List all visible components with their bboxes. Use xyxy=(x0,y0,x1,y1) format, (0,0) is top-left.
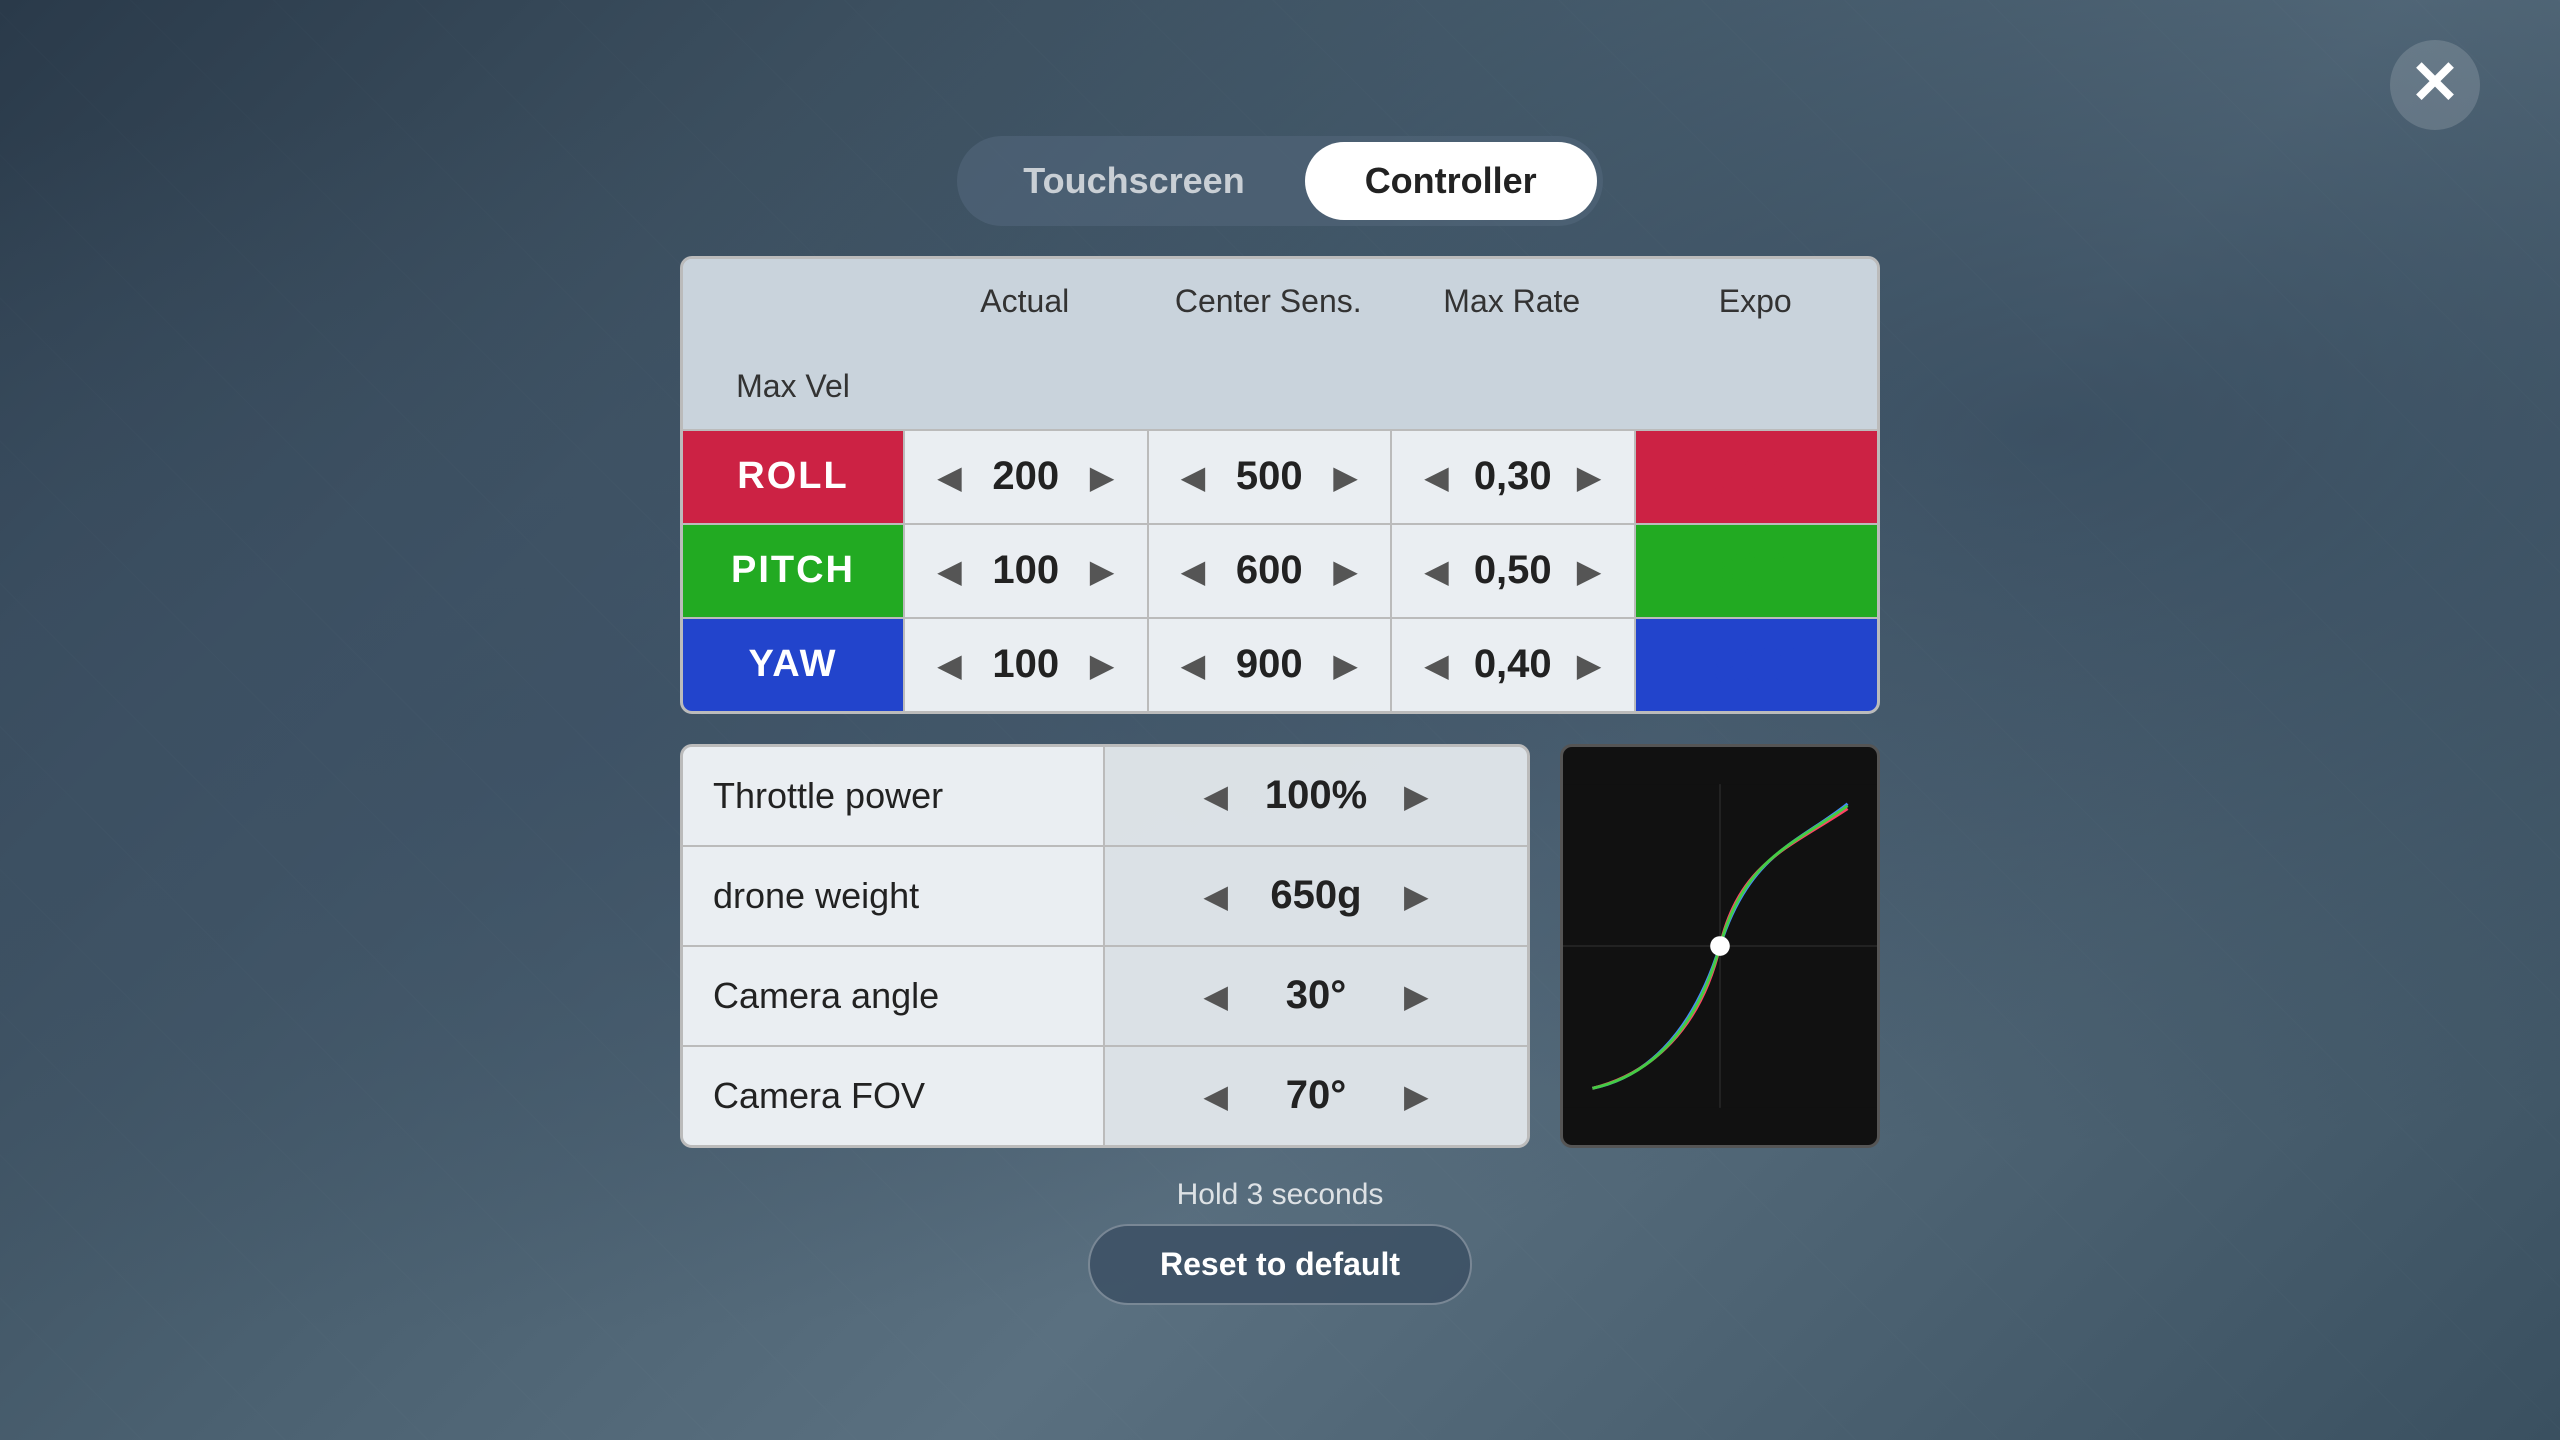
drone-weight-label: drone weight xyxy=(683,847,1105,945)
pitch-actual-value: 100 xyxy=(986,548,1066,593)
yaw-max-rate-value: 0,40 xyxy=(1473,642,1553,687)
bottom-section: Throttle power ◀ 100% ▶ drone weight ◀ 6… xyxy=(680,744,1880,1148)
camera-fov-value: 70° xyxy=(1256,1073,1376,1118)
drone-weight-dec[interactable]: ◀ xyxy=(1195,876,1236,916)
camera-fov-row: Camera FOV ◀ 70° ▶ xyxy=(683,1047,1527,1145)
pitch-center-sens-dec[interactable]: ◀ xyxy=(1173,551,1214,591)
curve-svg xyxy=(1563,747,1877,1145)
tab-controller[interactable]: Controller xyxy=(1305,142,1597,220)
yaw-max-rate-dec[interactable]: ◀ xyxy=(1416,645,1457,685)
rates-table: Actual Center Sens. Max Rate Expo Max Ve… xyxy=(680,256,1880,714)
pitch-actual-cell: ◀ 100 ▶ xyxy=(903,525,1147,617)
roll-max-rate-cell: ◀ 0,30 ▶ xyxy=(1390,431,1634,523)
throttle-control: ◀ 100% ▶ xyxy=(1105,747,1527,845)
pitch-max-rate-dec[interactable]: ◀ xyxy=(1416,551,1457,591)
roll-actual-cell: ◀ 200 ▶ xyxy=(903,431,1147,523)
header-max-vel: Max Vel xyxy=(683,344,903,429)
roll-max-rate-inc[interactable]: ▶ xyxy=(1569,457,1610,497)
throttle-inc[interactable]: ▶ xyxy=(1396,776,1437,816)
roll-label: ROLL xyxy=(683,431,903,523)
yaw-max-rate-cell: ◀ 0,40 ▶ xyxy=(1390,619,1634,711)
yaw-center-sens-dec[interactable]: ◀ xyxy=(1173,645,1214,685)
drone-weight-control: ◀ 650g ▶ xyxy=(1105,847,1527,945)
roll-max-vel-cell: 500 xyxy=(1634,431,1878,523)
camera-fov-label: Camera FOV xyxy=(683,1047,1105,1145)
yaw-actual-cell: ◀ 100 ▶ xyxy=(903,619,1147,711)
settings-panel: Throttle power ◀ 100% ▶ drone weight ◀ 6… xyxy=(680,744,1530,1148)
drone-weight-row: drone weight ◀ 650g ▶ xyxy=(683,847,1527,947)
pitch-center-sens-value: 600 xyxy=(1229,548,1309,593)
camera-angle-label: Camera angle xyxy=(683,947,1105,1045)
table-row-pitch: PITCH ◀ 100 ▶ ◀ 600 ▶ ◀ 0,50 ▶ 600 xyxy=(683,525,1877,619)
header-center-sens: Center Sens. xyxy=(1147,259,1391,344)
throttle-row: Throttle power ◀ 100% ▶ xyxy=(683,747,1527,847)
header-actual: Actual xyxy=(903,259,1147,344)
camera-fov-control: ◀ 70° ▶ xyxy=(1105,1047,1527,1145)
camera-angle-inc[interactable]: ▶ xyxy=(1396,976,1437,1016)
pitch-max-vel-cell: 600 xyxy=(1634,525,1878,617)
pitch-label: PITCH xyxy=(683,525,903,617)
roll-center-sens-cell: ◀ 500 ▶ xyxy=(1147,431,1391,523)
roll-actual-dec[interactable]: ◀ xyxy=(929,457,970,497)
pitch-max-rate-value: 0,50 xyxy=(1473,548,1553,593)
roll-max-rate-value: 0,30 xyxy=(1473,454,1553,499)
pitch-actual-inc[interactable]: ▶ xyxy=(1082,551,1123,591)
camera-fov-inc[interactable]: ▶ xyxy=(1396,1076,1437,1116)
throttle-dec[interactable]: ◀ xyxy=(1195,776,1236,816)
roll-max-rate-dec[interactable]: ◀ xyxy=(1416,457,1457,497)
yaw-center-sens-inc[interactable]: ▶ xyxy=(1325,645,1366,685)
footer-hint: Hold 3 seconds xyxy=(1177,1178,1384,1212)
camera-angle-dec[interactable]: ◀ xyxy=(1195,976,1236,1016)
roll-max-vel-value: 500 xyxy=(1713,447,1800,507)
roll-center-sens-dec[interactable]: ◀ xyxy=(1173,457,1214,497)
pitch-center-sens-cell: ◀ 600 ▶ xyxy=(1147,525,1391,617)
roll-actual-inc[interactable]: ▶ xyxy=(1082,457,1123,497)
yaw-actual-value: 100 xyxy=(986,642,1066,687)
pitch-max-rate-inc[interactable]: ▶ xyxy=(1569,551,1610,591)
yaw-actual-dec[interactable]: ◀ xyxy=(929,645,970,685)
table-row-roll: ROLL ◀ 200 ▶ ◀ 500 ▶ ◀ 0,30 ▶ 500 xyxy=(683,431,1877,525)
yaw-max-vel-cell: 900 xyxy=(1634,619,1878,711)
drone-weight-inc[interactable]: ▶ xyxy=(1396,876,1437,916)
yaw-label: YAW xyxy=(683,619,903,711)
camera-angle-control: ◀ 30° ▶ xyxy=(1105,947,1527,1045)
yaw-actual-inc[interactable]: ▶ xyxy=(1082,645,1123,685)
yaw-max-vel-value: 900 xyxy=(1713,635,1800,695)
camera-angle-row: Camera angle ◀ 30° ▶ xyxy=(683,947,1527,1047)
pitch-max-rate-cell: ◀ 0,50 ▶ xyxy=(1390,525,1634,617)
yaw-center-sens-value: 900 xyxy=(1229,642,1309,687)
roll-center-sens-value: 500 xyxy=(1229,454,1309,499)
pitch-center-sens-inc[interactable]: ▶ xyxy=(1325,551,1366,591)
table-header: Actual Center Sens. Max Rate Expo Max Ve… xyxy=(683,259,1877,431)
throttle-label: Throttle power xyxy=(683,747,1105,845)
camera-angle-value: 30° xyxy=(1256,973,1376,1018)
header-max-rate: Max Rate xyxy=(1390,259,1634,344)
yaw-center-sens-cell: ◀ 900 ▶ xyxy=(1147,619,1391,711)
tab-touchscreen[interactable]: Touchscreen xyxy=(963,142,1304,220)
pitch-max-vel-value: 600 xyxy=(1713,541,1800,601)
tab-switcher: Touchscreen Controller xyxy=(957,136,1602,226)
yaw-max-rate-inc[interactable]: ▶ xyxy=(1569,645,1610,685)
footer: Hold 3 seconds Reset to default xyxy=(1088,1178,1472,1305)
drone-weight-value: 650g xyxy=(1256,873,1376,918)
header-expo: Expo xyxy=(1634,259,1878,344)
reset-button[interactable]: Reset to default xyxy=(1088,1224,1472,1305)
camera-fov-dec[interactable]: ◀ xyxy=(1195,1076,1236,1116)
roll-actual-value: 200 xyxy=(986,454,1066,499)
pitch-actual-dec[interactable]: ◀ xyxy=(929,551,970,591)
close-icon: ✕ xyxy=(2410,53,2460,113)
table-row-yaw: YAW ◀ 100 ▶ ◀ 900 ▶ ◀ 0,40 ▶ 900 xyxy=(683,619,1877,711)
close-button[interactable]: ✕ xyxy=(2390,40,2480,130)
header-empty xyxy=(683,259,903,344)
response-curve-chart xyxy=(1560,744,1880,1148)
roll-center-sens-inc[interactable]: ▶ xyxy=(1325,457,1366,497)
throttle-value: 100% xyxy=(1256,773,1376,818)
